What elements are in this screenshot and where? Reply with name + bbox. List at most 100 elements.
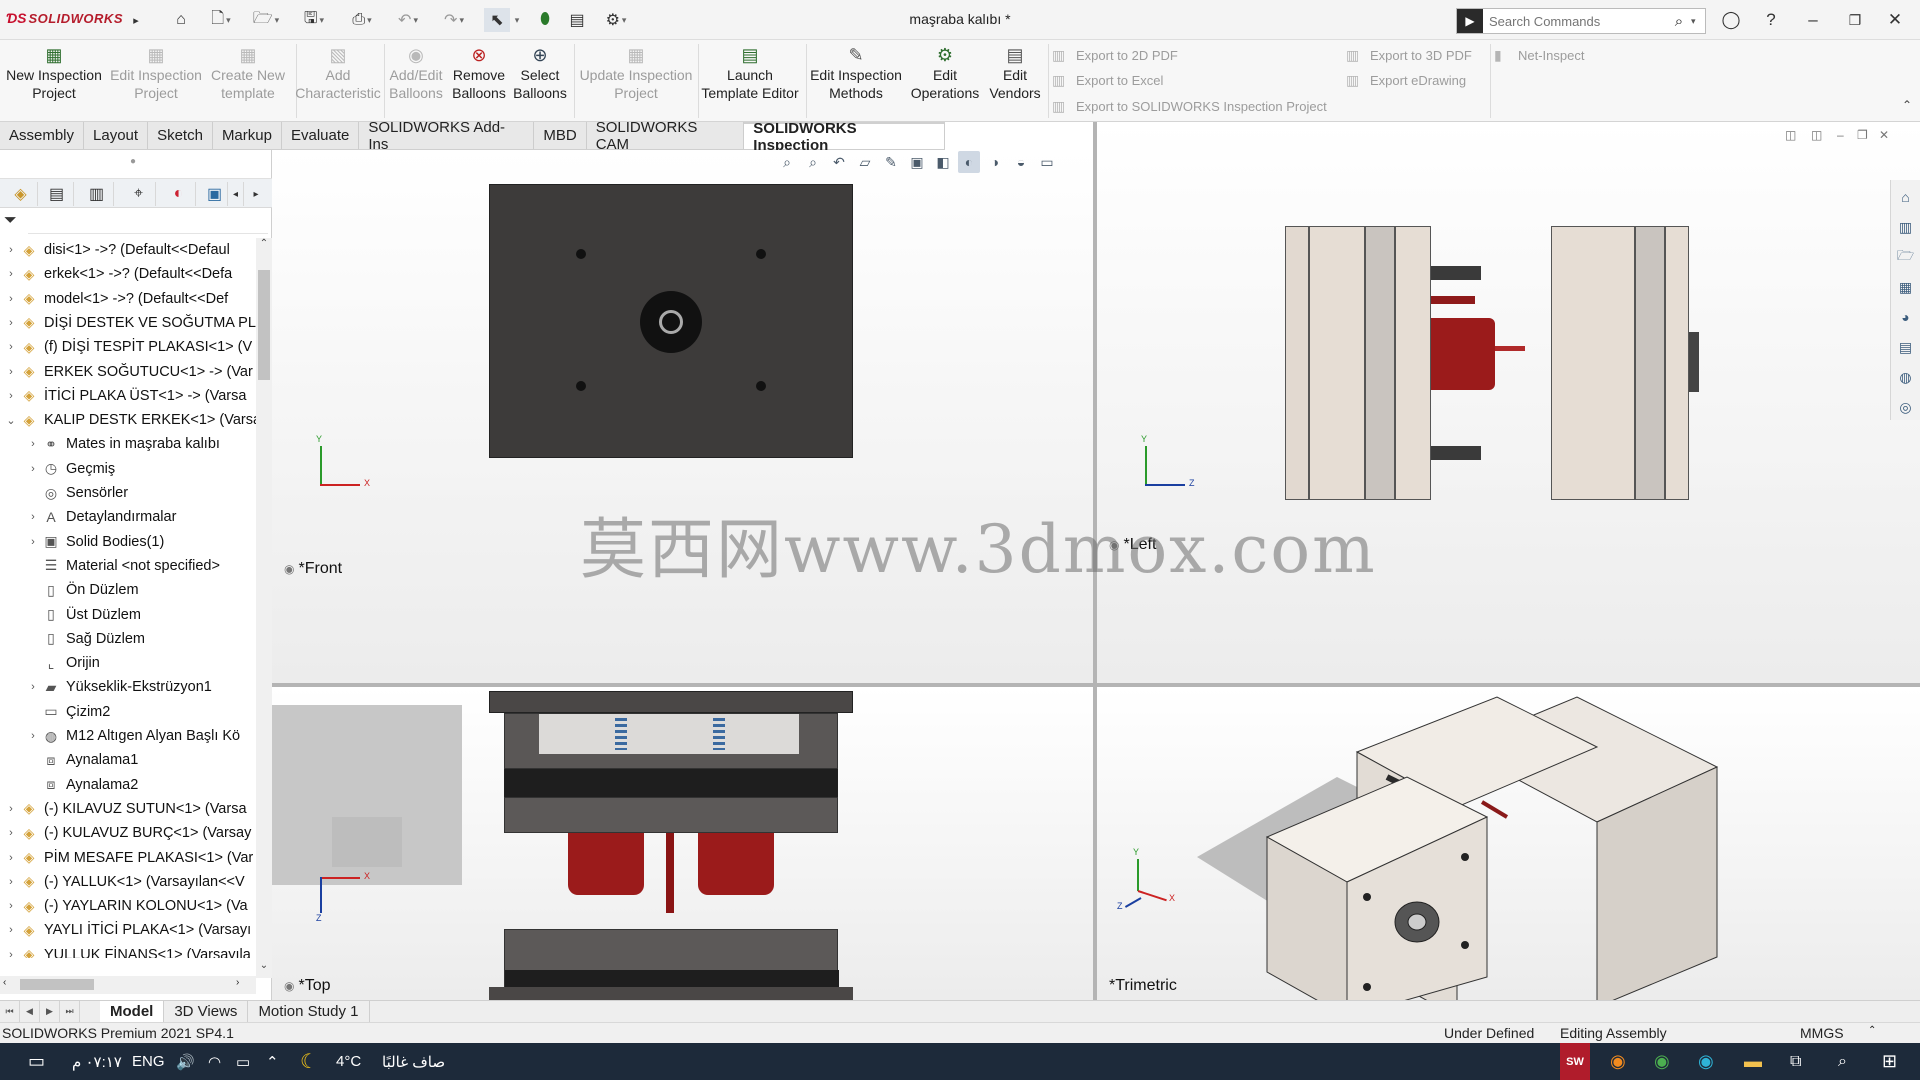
scroll-left-icon[interactable]: ‹ [3,977,6,988]
tree-node[interactable]: › ◈ (-) YALLUK<1> (Varsayılan<<V [4,870,256,894]
notification-icon[interactable]: ▭ [28,1043,45,1080]
expand-icon[interactable]: › [4,924,18,936]
save-icon[interactable]: 🖫 ▾ [296,8,332,32]
menu-expand-icon[interactable]: ▸ [128,8,144,32]
edit-vendors-button[interactable]: ▤ Edit Vendors [984,44,1046,118]
tree-node[interactable]: ⌄ ◈ KALIP DESTK ERKEK<1> (Varsa [4,408,256,432]
new-document-icon[interactable]: 🗋 ▾ [204,8,238,32]
help-icon[interactable]: ? [1756,8,1786,32]
expand-icon[interactable]: › [4,852,18,864]
tray-expand-icon[interactable]: ⌃ [266,1043,279,1080]
feature-manager-icon[interactable]: ◈ [4,182,38,206]
net-inspect-item[interactable]: ▮ Net-Inspect [1494,44,1584,66]
select-pointer-icon[interactable]: ⬉ [484,8,510,32]
configuration-manager-icon[interactable]: ▥ [80,182,114,206]
chrome-icon[interactable]: ◉ [1654,1043,1670,1080]
tree-node[interactable]: ▯ Ön Düzlem [26,578,256,602]
dynamic-annotation-icon[interactable]: ✎ [880,151,902,173]
expand-icon[interactable]: › [4,827,18,839]
options-gear-icon[interactable]: ⚙ ▾ [598,8,634,32]
add-edit-balloons-button[interactable]: ◉ Add/Edit Balloons [386,44,446,118]
edit-inspection-project-button[interactable]: ▦ Edit Inspection Project [108,44,204,118]
file-properties-icon[interactable]: ▤ [564,8,590,32]
tree-node[interactable]: › ◈ ERKEK SOĞUTUCU<1> -> (Var [4,360,256,384]
edit-operations-button[interactable]: ⚙ Edit Operations [908,44,982,118]
tree-vertical-scrollbar[interactable]: ⌃ ⌄ [256,238,272,978]
filter-icon[interactable]: ⏷ [4,212,17,230]
tree-filter-field[interactable] [28,210,268,234]
zoom-to-area-icon[interactable]: ⌕ [802,151,824,173]
export-inspection-project-item[interactable]: ▥ Export to SOLIDWORKS Inspection Project [1052,95,1327,117]
expand-icon[interactable]: › [4,900,18,912]
minimize-icon[interactable]: – [1798,8,1828,32]
tab-motion-study[interactable]: Motion Study 1 [248,1001,370,1022]
tree-node[interactable]: › A Detaylandırmalar [26,505,256,529]
viewport-left[interactable]: ◫ ◫ – ❐ ✕ Y Z ◉ *Left ⌂ ▥ 🗁 ▦ ◕ ▤ ◍ ◎ [1097,122,1920,683]
view-eye-icon[interactable]: ◉ [1109,538,1119,552]
tree-node[interactable]: › ▣ Solid Bodies(1) [26,530,256,554]
tree-node[interactable]: ◎ Sensörler [26,481,256,505]
hide-show-items-icon[interactable]: ◐ [958,151,980,173]
units-selector[interactable]: MMGS [1800,1025,1844,1041]
select-balloons-button[interactable]: ⊕ Select Balloons [510,44,570,118]
panel-scroll-right-icon[interactable]: ▸ [248,182,264,206]
tree-node[interactable]: › ◈ PİM MESAFE PLAKASI<1> (Var [4,846,256,870]
property-manager-icon[interactable]: ▤ [40,182,74,206]
battery-icon[interactable]: ▭ [236,1043,250,1080]
redo-icon[interactable]: ↷ ▾ [436,8,472,32]
tree-node[interactable]: › ⚭ Mates in maşraba kalıbı [26,432,256,456]
select-dropdown-icon[interactable]: ▾ [510,8,522,32]
export-3d-pdf-item[interactable]: ▥ Export to 3D PDF [1346,44,1472,66]
export-2d-pdf-item[interactable]: ▥ Export to 2D PDF [1052,44,1178,66]
tree-node[interactable]: › ◈ YAYLI İTİCİ PLAKA<1> (Varsayı [4,918,256,942]
tree-node[interactable]: › ◈ disi<1> ->? (Default<<Defaul [4,238,256,262]
graphics-area[interactable]: Y X ◉ *Front ⌕ ⌕ ↶ ▱ ✎ ▣ ◧ ◐ ◑ ◒ ▭ ◫ ◫ – … [272,122,1920,1000]
viewport-minimize-icon[interactable]: – [1837,128,1844,142]
language-indicator[interactable]: ENG [132,1043,165,1080]
tree-node[interactable]: › ◷ Geçmiş [26,457,256,481]
view-palette-icon[interactable]: ▦ [1895,276,1917,298]
solidworks-taskbar-icon[interactable]: SW [1560,1043,1590,1080]
tree-node[interactable]: › ◈ YULLUK FİNANŞ<1> (Varsayıla [4,943,256,958]
viewport-trimetric[interactable]: Y X Z *Trimetric [1097,687,1920,1000]
first-tab-icon[interactable]: ⏮ [0,1001,20,1022]
tab-assembly[interactable]: Assembly [0,122,85,149]
display-style-icon[interactable]: ◧ [932,151,954,173]
dimxpert-icon[interactable]: ⌖ [122,182,156,206]
launch-template-editor-button[interactable]: ▤ Launch Template Editor [700,44,800,118]
tree-node[interactable]: › ◈ erkek<1> ->? (Default<<Defa [4,262,256,286]
search-commands[interactable]: ▶ ⌕ ▾ [1456,8,1706,34]
tree-node[interactable]: ⧈ Aynalama1 [26,748,256,772]
units-caret-icon[interactable]: ⌃ [1868,1025,1876,1036]
tree-node[interactable]: › ◈ (f) DİŞİ TESPİT PLAKASI<1> (V [4,335,256,359]
file-explorer-taskbar-icon[interactable]: ▬ [1744,1043,1762,1080]
viewport-restore-icon[interactable]: ❐ [1857,128,1868,142]
viewport-splitter-horizontal[interactable] [272,683,1920,687]
scroll-down-icon[interactable]: ⌄ [256,960,272,976]
panel-scroll-left-icon[interactable]: ◂ [228,182,244,206]
expand-icon[interactable]: › [4,317,18,329]
volume-icon[interactable]: 🔊 [176,1043,195,1080]
add-characteristic-button[interactable]: ▧ Add Characteristic [295,44,381,118]
file-explorer-icon[interactable]: 🗁 [1895,246,1917,268]
scroll-right-icon[interactable]: › [236,977,239,988]
zoom-to-fit-icon[interactable]: ⌕ [776,151,798,173]
solidworks-resources-icon[interactable]: ⌂ [1895,186,1917,208]
view-eye-icon[interactable]: ◉ [284,562,294,576]
tree-node[interactable]: ▭ Çizim2 [26,700,256,724]
expand-icon[interactable]: › [4,949,18,958]
search-icon[interactable]: ⌕ [1667,13,1691,30]
custom-properties-icon[interactable]: ▤ [1895,336,1917,358]
expand-icon[interactable]: › [26,463,40,475]
tree-node[interactable]: ⌞ Orijin [26,651,256,675]
expand-icon[interactable]: › [26,536,40,548]
expand-icon[interactable]: › [4,341,18,353]
network-icon[interactable]: ◠ [208,1043,221,1080]
taskbar-search-icon[interactable]: ⌕ [1838,1043,1847,1080]
create-new-template-button[interactable]: ▦ Create New template [208,44,288,118]
task-view-icon[interactable]: ⧉ [1790,1043,1801,1080]
tab-sketch[interactable]: Sketch [148,122,213,149]
tree-node[interactable]: › ◈ İTİCİ PLAKA ÜST<1> -> (Varsa [4,384,256,408]
temperature[interactable]: 4°C [336,1043,361,1080]
expand-icon[interactable]: › [26,438,40,450]
